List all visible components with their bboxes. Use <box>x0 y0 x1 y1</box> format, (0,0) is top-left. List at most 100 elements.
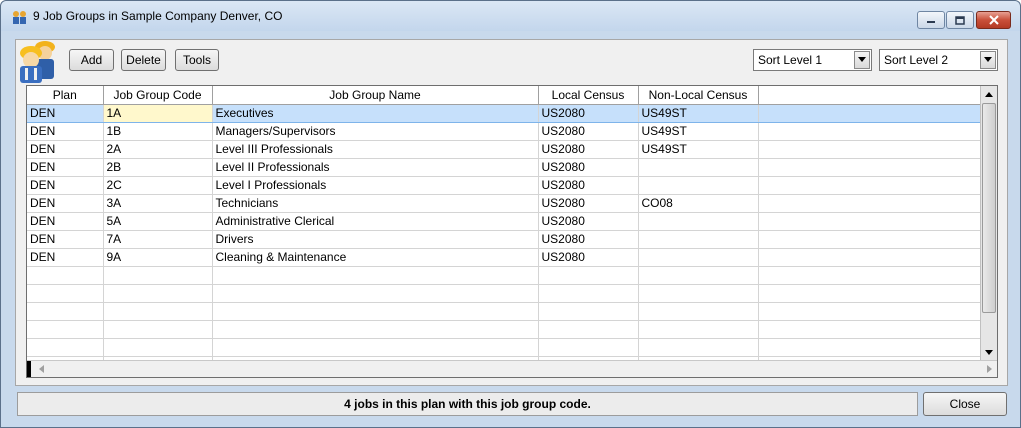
local-census-cell[interactable]: US2080 <box>538 122 639 141</box>
job-group-code-cell[interactable]: 3A <box>103 194 213 213</box>
vertical-scroll-thumb[interactable] <box>982 103 996 313</box>
job-group-code-cell[interactable]: 5A <box>103 212 213 231</box>
sort-level-1-dropdown[interactable]: Sort Level 1 <box>753 49 872 71</box>
job-group-code-cell[interactable]: 7A <box>103 230 213 249</box>
non-local-census-cell[interactable] <box>638 230 759 249</box>
vertical-scrollbar[interactable] <box>980 86 997 360</box>
chevron-down-icon[interactable] <box>980 51 996 69</box>
plan-cell[interactable]: DEN <box>27 194 104 213</box>
header-row: Plan Job Group Code Job Group Name Local… <box>27 86 981 105</box>
plan-cell[interactable]: DEN <box>27 212 104 231</box>
table-row[interactable]: DEN 2A Level III Professionals US2080 US49ST <box>27 140 981 159</box>
job-group-name-cell[interactable]: Level III Professionals <box>212 140 539 159</box>
job-group-code-cell[interactable]: 2B <box>103 158 213 177</box>
table-row[interactable]: DEN 7A Drivers US2080 <box>27 230 981 249</box>
empty-cell <box>103 284 213 303</box>
local-census-cell[interactable]: US2080 <box>538 230 639 249</box>
local-census-cell[interactable]: US2080 <box>538 158 639 177</box>
local-census-cell[interactable]: US2080 <box>538 104 639 123</box>
empty-row <box>27 266 981 285</box>
local-census-cell[interactable]: US2080 <box>538 194 639 213</box>
job-group-name-cell[interactable]: Drivers <box>212 230 539 249</box>
empty-cell <box>758 194 981 213</box>
job-group-name-cell[interactable]: Executives <box>212 104 539 123</box>
table-row[interactable]: DEN 2B Level II Professionals US2080 <box>27 158 981 177</box>
empty-cell <box>538 302 639 321</box>
local-census-cell[interactable]: US2080 <box>538 212 639 231</box>
job-group-code-cell[interactable]: 9A <box>103 248 213 267</box>
table-row[interactable]: DEN 5A Administrative Clerical US2080 <box>27 212 981 231</box>
non-local-census-cell[interactable]: US49ST <box>638 104 759 123</box>
non-local-census-cell[interactable]: US49ST <box>638 140 759 159</box>
tools-button[interactable]: Tools <box>175 49 219 71</box>
local-census-cell[interactable]: US2080 <box>538 248 639 267</box>
scroll-left-icon[interactable] <box>33 361 49 377</box>
window-close-button[interactable] <box>976 11 1011 29</box>
delete-button[interactable]: Delete <box>121 49 166 71</box>
job-group-code-cell[interactable]: 1A <box>103 104 213 123</box>
empty-cell <box>538 338 639 357</box>
scroll-up-icon[interactable] <box>981 86 997 102</box>
job-group-code-cell[interactable]: 2A <box>103 140 213 159</box>
table-row[interactable]: DEN 1B Managers/Supervisors US2080 US49ST <box>27 122 981 141</box>
empty-cell <box>27 284 104 303</box>
column-header-plan[interactable]: Plan <box>27 86 104 105</box>
column-header-non-local-census[interactable]: Non-Local Census <box>638 86 759 105</box>
table-row[interactable]: DEN 2C Level I Professionals US2080 <box>27 176 981 195</box>
scroll-right-icon[interactable] <box>981 361 997 377</box>
local-census-cell[interactable]: US2080 <box>538 176 639 195</box>
non-local-census-cell[interactable]: US49ST <box>638 122 759 141</box>
empty-cell <box>27 320 104 339</box>
close-button[interactable]: Close <box>923 392 1007 416</box>
title-bar[interactable]: 9 Job Groups in Sample Company Denver, C… <box>1 1 1020 31</box>
plan-cell[interactable]: DEN <box>27 248 104 267</box>
plan-cell[interactable]: DEN <box>27 140 104 159</box>
column-header-local-census[interactable]: Local Census <box>538 86 639 105</box>
empty-cell <box>638 266 759 285</box>
column-header-job-group-code[interactable]: Job Group Code <box>103 86 213 105</box>
job-group-name-cell[interactable]: Level II Professionals <box>212 158 539 177</box>
local-census-cell[interactable]: US2080 <box>538 140 639 159</box>
empty-cell <box>758 176 981 195</box>
job-group-name-cell[interactable]: Cleaning & Maintenance <box>212 248 539 267</box>
job-groups-grid[interactable]: Plan Job Group Code Job Group Name Local… <box>26 85 998 378</box>
sort-level-2-dropdown[interactable]: Sort Level 2 <box>879 49 998 71</box>
non-local-census-cell[interactable] <box>638 158 759 177</box>
workers-avatar-icon <box>20 41 55 83</box>
grid-body: DEN 1A Executives US2080 US49ST DEN 1B Managers… <box>27 104 981 375</box>
minimize-button[interactable] <box>917 11 945 29</box>
scroll-position-marker <box>27 361 31 377</box>
job-group-name-cell[interactable]: Managers/Supervisors <box>212 122 539 141</box>
table-row[interactable]: DEN 9A Cleaning & Maintenance US2080 <box>27 248 981 267</box>
job-group-name-cell[interactable]: Administrative Clerical <box>212 212 539 231</box>
non-local-census-cell[interactable] <box>638 248 759 267</box>
column-header-job-group-name[interactable]: Job Group Name <box>212 86 539 105</box>
plan-cell[interactable]: DEN <box>27 176 104 195</box>
job-group-code-cell[interactable]: 2C <box>103 176 213 195</box>
horizontal-scrollbar[interactable] <box>27 360 997 377</box>
plan-cell[interactable]: DEN <box>27 122 104 141</box>
empty-cell <box>758 230 981 249</box>
non-local-census-cell[interactable] <box>638 212 759 231</box>
table-row[interactable]: DEN 1A Executives US2080 US49ST <box>27 104 981 123</box>
chevron-down-icon[interactable] <box>854 51 870 69</box>
non-local-census-cell[interactable] <box>638 176 759 195</box>
empty-cell <box>638 284 759 303</box>
maximize-button[interactable] <box>946 11 974 29</box>
empty-cell <box>212 338 539 357</box>
empty-cell <box>758 320 981 339</box>
scroll-down-icon[interactable] <box>981 344 997 360</box>
plan-cell[interactable]: DEN <box>27 104 104 123</box>
job-group-code-cell[interactable]: 1B <box>103 122 213 141</box>
plan-cell[interactable]: DEN <box>27 158 104 177</box>
add-button[interactable]: Add <box>69 49 114 71</box>
job-group-name-cell[interactable]: Level I Professionals <box>212 176 539 195</box>
empty-cell <box>27 266 104 285</box>
empty-cell <box>212 320 539 339</box>
non-local-census-cell[interactable]: CO08 <box>638 194 759 213</box>
job-groups-window: 9 Job Groups in Sample Company Denver, C… <box>0 0 1021 428</box>
job-group-name-cell[interactable]: Technicians <box>212 194 539 213</box>
empty-cell <box>758 140 981 159</box>
plan-cell[interactable]: DEN <box>27 230 104 249</box>
table-row[interactable]: DEN 3A Technicians US2080 CO08 <box>27 194 981 213</box>
